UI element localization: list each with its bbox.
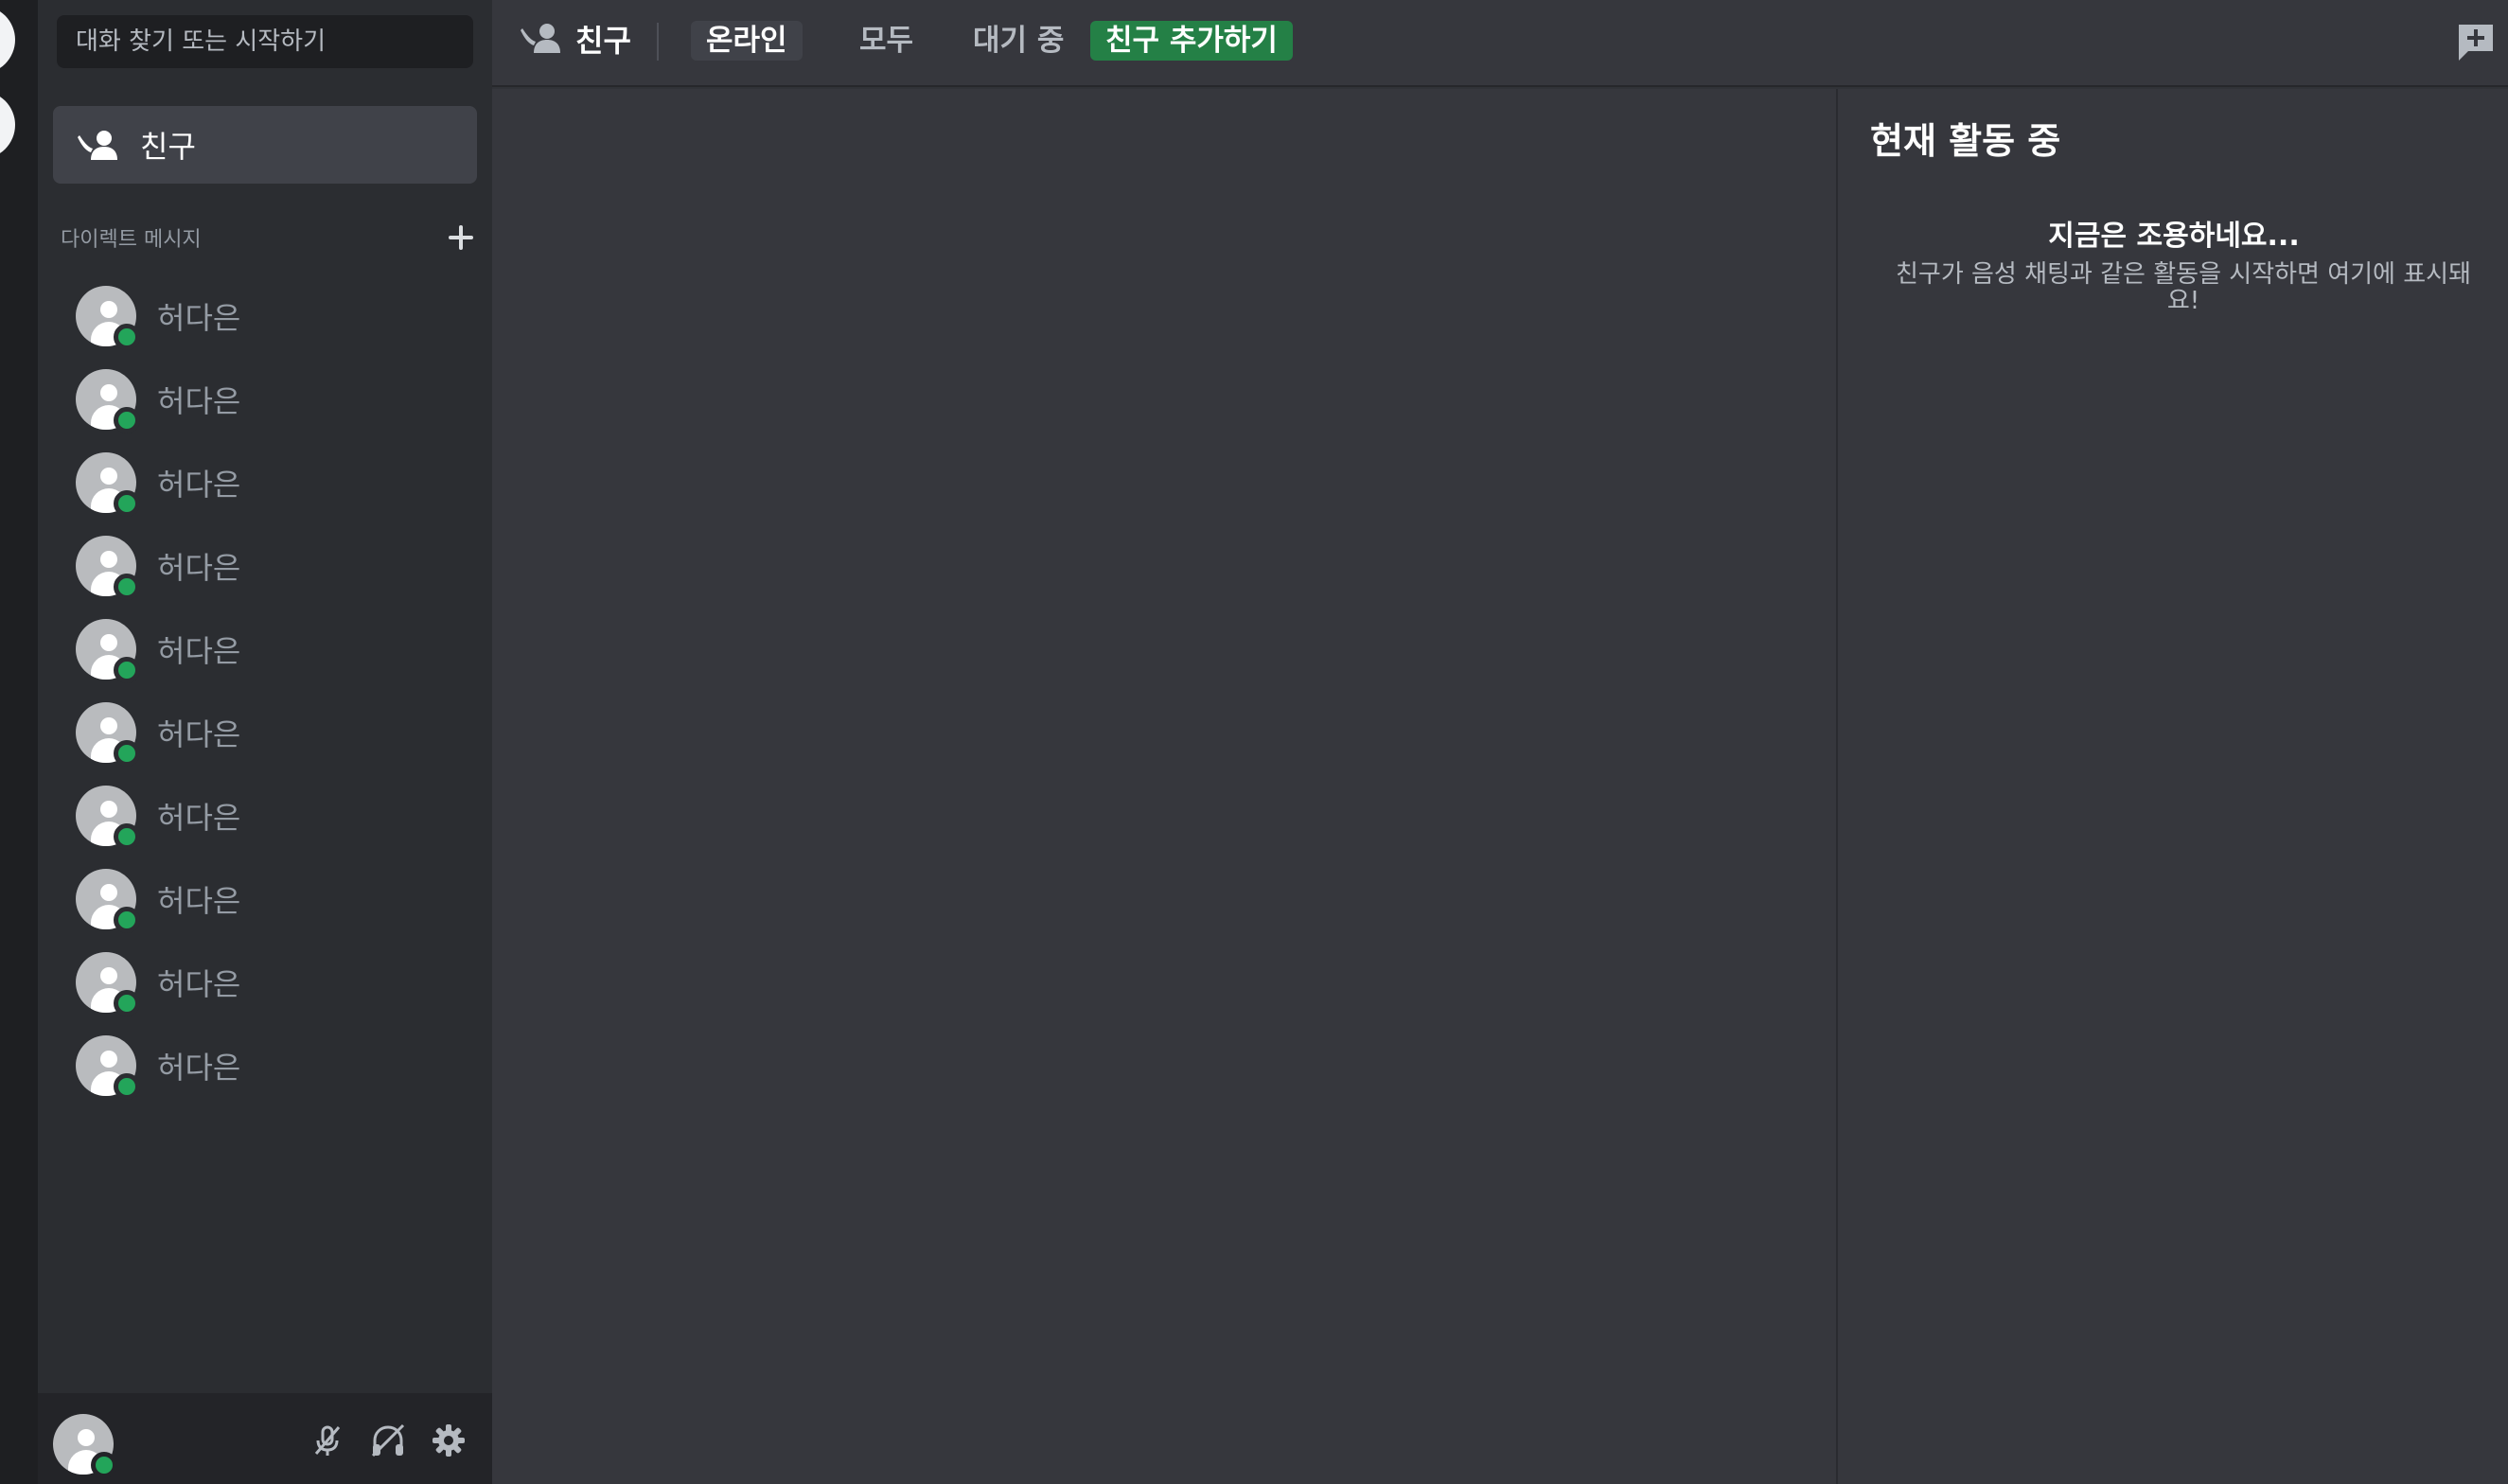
list-item[interactable]: 허다은 (76, 1024, 483, 1107)
server-icon[interactable] (0, 6, 15, 74)
online-status-icon (114, 574, 140, 600)
active-now-title: 현재 활동 중 (1870, 120, 2061, 162)
online-status-icon (114, 407, 140, 433)
online-status-icon (114, 1073, 140, 1100)
tab-pending[interactable]: 대기 중 (958, 21, 1079, 61)
add-friend-button[interactable]: 친구 추가하기 (1090, 21, 1293, 61)
avatar (76, 869, 140, 933)
plus-icon[interactable] (447, 223, 475, 252)
online-status-icon (114, 990, 140, 1016)
avatar (76, 286, 140, 350)
list-item[interactable]: 허다은 (76, 941, 483, 1024)
list-item[interactable]: 허다은 (76, 857, 483, 941)
dm-name: 허다은 (157, 300, 241, 336)
top-bar: 친구 온라인 모두 대기 중 친구 추가하기 (492, 0, 2508, 87)
friends-list-area (492, 89, 1836, 1484)
headphones-off-icon[interactable] (369, 1422, 407, 1459)
waving-person-icon (521, 24, 560, 53)
dm-name: 허다은 (157, 966, 241, 1002)
empty-state-description: 친구가 음성 채팅과 같은 활동을 시작하면 여기에 표시돼요! (1895, 260, 2471, 315)
list-item[interactable]: 허다은 (76, 608, 483, 691)
avatar (76, 1035, 140, 1100)
online-status-icon (114, 657, 140, 683)
avatar (76, 786, 140, 850)
list-item[interactable]: 허다은 (76, 691, 483, 774)
list-item[interactable]: 허다은 (76, 441, 483, 524)
online-status-icon (91, 1452, 117, 1478)
online-status-icon (114, 490, 140, 517)
dm-name: 허다은 (157, 467, 241, 503)
sidebar: 대화 찾기 또는 시작하기 친구 다이렉트 메시지 허다은 허다은 허다은 허다… (38, 0, 492, 1484)
dm-name: 허다은 (157, 550, 241, 586)
sidebar-item-friends[interactable]: 친구 (53, 106, 477, 184)
avatar (76, 369, 140, 433)
dm-name: 허다은 (157, 1050, 241, 1086)
dm-list: 허다은 허다은 허다은 허다은 허다은 허다은 허다은 허다은 허다은 허다은 (76, 274, 483, 1107)
tab-online[interactable]: 온라인 (691, 21, 803, 61)
dm-name: 허다은 (157, 383, 241, 419)
avatar (76, 536, 140, 600)
dm-name: 허다은 (157, 883, 241, 919)
avatar (76, 452, 140, 517)
list-item[interactable]: 허다은 (76, 358, 483, 441)
divider (657, 23, 659, 61)
tab-all[interactable]: 모두 (844, 21, 928, 61)
sidebar-item-label: 친구 (140, 129, 196, 165)
dm-section-header: 다이렉트 메시지 (61, 223, 477, 252)
online-status-icon (114, 740, 140, 767)
waving-person-icon (78, 131, 117, 160)
online-status-icon (114, 907, 140, 933)
chat-plus-icon[interactable] (2455, 21, 2497, 62)
active-now-panel: 현재 활동 중 지금은 조용하네요... 친구가 음성 채팅과 같은 활동을 시… (1836, 89, 2508, 1484)
empty-state-title: 지금은 조용하네요... (2048, 220, 2300, 253)
server-icon[interactable] (0, 91, 15, 159)
dm-header-label: 다이렉트 메시지 (61, 228, 202, 252)
dm-name: 허다은 (157, 633, 241, 669)
list-item[interactable]: 허다은 (76, 524, 483, 608)
page-title: 친구 (575, 23, 631, 59)
dm-name: 허다은 (157, 716, 241, 752)
search-input[interactable]: 대화 찾기 또는 시작하기 (57, 15, 473, 68)
online-status-icon (114, 324, 140, 350)
server-rail (0, 0, 38, 1484)
list-item[interactable]: 허다은 (76, 774, 483, 857)
list-item[interactable]: 허다은 (76, 274, 483, 358)
avatar (76, 619, 140, 683)
user-panel (38, 1393, 492, 1484)
avatar (76, 952, 140, 1016)
gear-icon[interactable] (430, 1422, 468, 1459)
dm-name: 허다은 (157, 800, 241, 836)
user-avatar[interactable] (53, 1414, 117, 1478)
online-status-icon (114, 823, 140, 850)
microphone-off-icon[interactable] (309, 1422, 346, 1459)
avatar (76, 702, 140, 767)
